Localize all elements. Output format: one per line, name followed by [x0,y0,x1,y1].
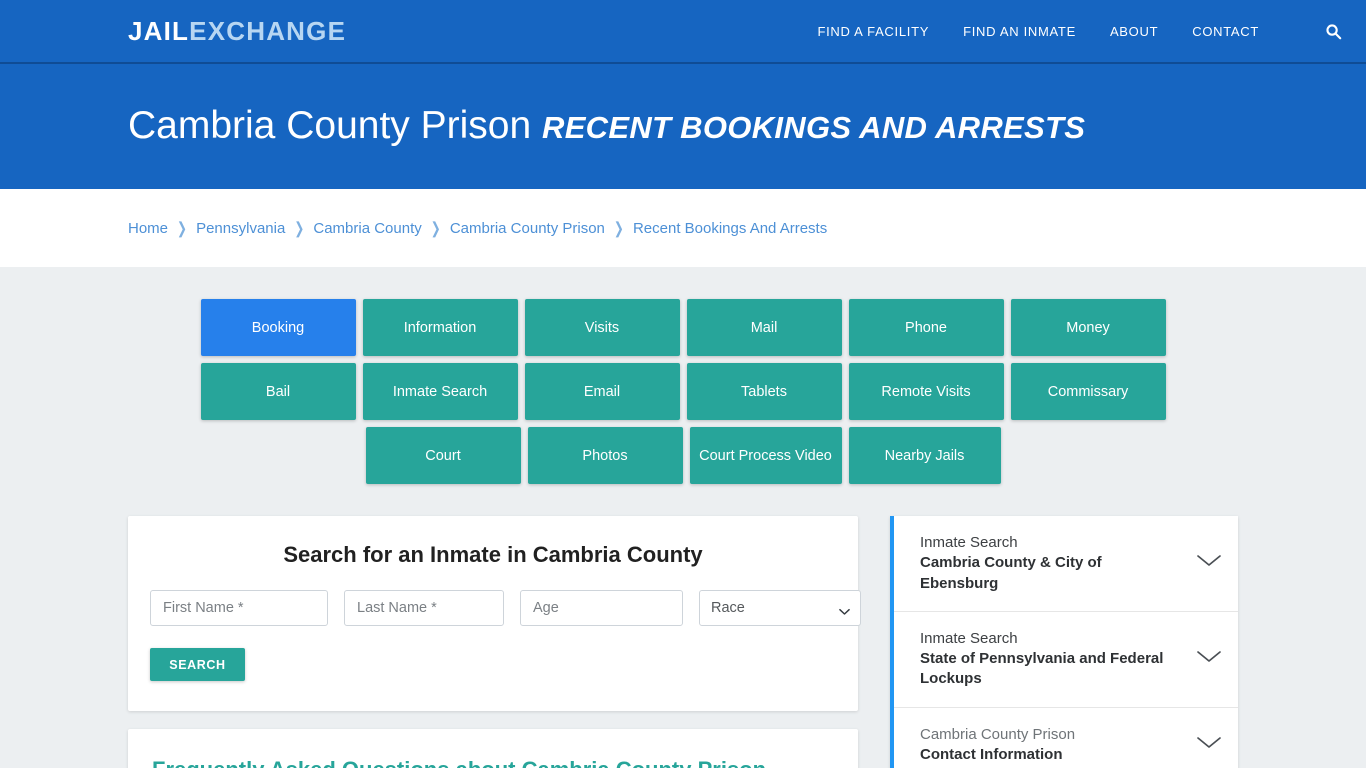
page-title-section: RECENT BOOKINGS AND ARRESTS [542,110,1086,146]
right-column: Inmate Search Cambria County & City of E… [890,516,1238,768]
last-name-input[interactable] [344,590,504,626]
nav-item-find-a-facility[interactable]: FIND A FACILITY [817,24,929,39]
tab-information[interactable]: Information [362,299,518,356]
race-select-wrapper: Race [699,590,861,626]
search-submit-button[interactable]: SEARCH [150,648,245,681]
hero-banner: Cambria County Prison RECENT BOOKINGS AN… [0,64,1366,189]
main-content: Booking Information Visits Mail Phone Mo… [0,267,1366,768]
tab-phone[interactable]: Phone [848,299,1004,356]
accordion-item-line1: Cambria County Prison [920,725,1076,743]
breadcrumb-separator-icon: ❯ [294,218,305,238]
tab-booking[interactable]: Booking [200,299,356,356]
accordion-item-inmate-search-county[interactable]: Inmate Search Cambria County & City of E… [894,516,1238,612]
breadcrumb-item-home[interactable]: Home [128,220,168,237]
logo-text-exchange: EXCHANGE [189,16,347,46]
tab-bail[interactable]: Bail [200,363,356,420]
accordion-item-contact-information[interactable]: Cambria County Prison Contact Informatio… [894,708,1238,768]
accordion-item-text: Inmate Search Cambria County & City of E… [920,533,1184,594]
logo-text-jail: JAIL [128,16,190,46]
left-column: Search for an Inmate in Cambria County R… [128,516,861,768]
tab-photos[interactable]: Photos [527,427,683,484]
breadcrumb-item-cambria-county-prison[interactable]: Cambria County Prison [450,220,605,237]
inmate-search-card: Search for an Inmate in Cambria County R… [128,516,861,711]
nav-item-contact[interactable]: CONTACT [1192,24,1259,39]
facility-tab-grid: Booking Information Visits Mail Phone Mo… [135,299,1231,484]
tab-tablets[interactable]: Tablets [686,363,842,420]
tab-money[interactable]: Money [1010,299,1166,356]
tab-court[interactable]: Court [365,427,521,484]
breadcrumb-item-current: Recent Bookings And Arrests [632,219,828,237]
tab-court-process-video[interactable]: Court Process Video [689,427,842,484]
breadcrumb-separator-icon: ❯ [430,218,441,238]
tab-email[interactable]: Email [524,363,680,420]
tab-nearby-jails[interactable]: Nearby Jails [848,427,1001,484]
breadcrumb-item-cambria-county[interactable]: Cambria County [313,220,421,237]
faq-heading: Frequently Asked Questions about Cambria… [152,757,834,768]
tab-remote-visits[interactable]: Remote Visits [848,363,1004,420]
page-title-facility: Cambria County Prison [128,104,532,148]
search-form-row: Race [150,590,861,626]
age-input[interactable] [520,590,683,626]
top-navigation-bar: JAILEXCHANGE FIND A FACILITY FIND AN INM… [0,0,1366,64]
breadcrumb-bar: Home ❯ Pennsylvania ❯ Cambria County ❯ C… [0,189,1366,267]
chevron-down-icon[interactable] [1196,735,1222,755]
first-name-input[interactable] [150,590,328,626]
breadcrumb: Home ❯ Pennsylvania ❯ Cambria County ❯ C… [128,218,828,238]
accordion-item-line1: Inmate Search [920,534,1018,551]
search-card-heading: Search for an Inmate in Cambria County [283,542,703,567]
tab-commissary[interactable]: Commissary [1010,363,1166,420]
nav-item-about[interactable]: ABOUT [1110,24,1158,39]
sidebar-accordion: Inmate Search Cambria County & City of E… [890,516,1238,768]
race-select[interactable]: Race [699,590,861,626]
tab-mail[interactable]: Mail [686,299,842,356]
chevron-down-icon[interactable] [1196,553,1222,573]
accordion-item-text: Inmate Search State of Pennsylvania and … [920,629,1184,690]
accordion-item-inmate-search-state[interactable]: Inmate Search State of Pennsylvania and … [894,612,1238,708]
nav-item-find-an-inmate[interactable]: FIND AN INMATE [963,24,1076,39]
content-columns: Search for an Inmate in Cambria County R… [128,516,1238,768]
accordion-item-line2: Cambria County & City of Ebensburg [920,554,1102,592]
breadcrumb-separator-icon: ❯ [613,218,624,238]
search-icon[interactable] [1325,23,1342,40]
faq-card: Frequently Asked Questions about Cambria… [128,729,858,768]
accordion-item-line2: State of Pennsylvania and Federal Lockup… [920,650,1164,688]
tab-visits[interactable]: Visits [524,299,680,356]
breadcrumb-item-pennsylvania[interactable]: Pennsylvania [196,220,285,237]
chevron-down-icon[interactable] [1196,649,1222,669]
accordion-item-line1: Inmate Search [920,629,1018,647]
site-logo[interactable]: JAILEXCHANGE [128,18,346,44]
accordion-item-text: Cambria County Prison Contact Informatio… [920,725,1184,766]
page-title: Cambria County Prison RECENT BOOKINGS AN… [128,104,1086,148]
nav-links: FIND A FACILITY FIND AN INMATE ABOUT CON… [817,23,1342,40]
breadcrumb-separator-icon: ❯ [177,218,188,238]
accordion-item-line2: Contact Information [920,745,1063,763]
tab-inmate-search[interactable]: Inmate Search [362,363,518,420]
